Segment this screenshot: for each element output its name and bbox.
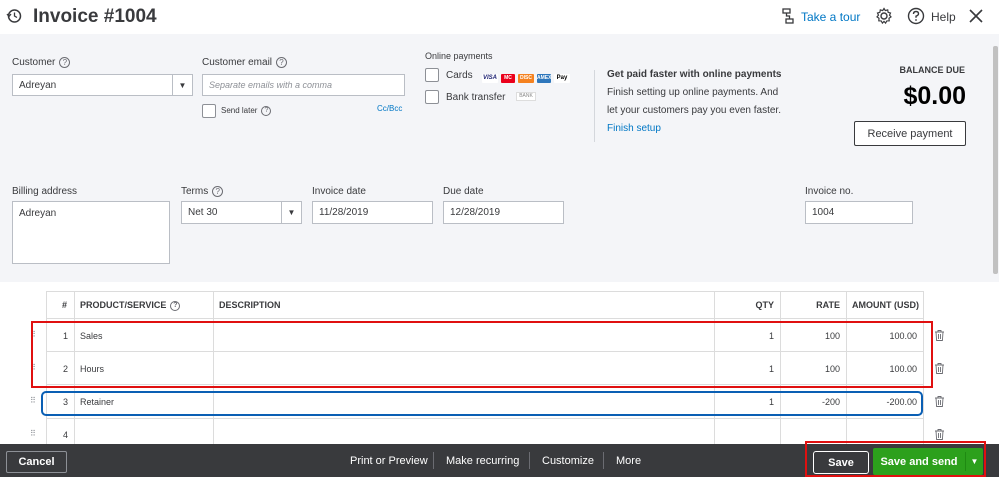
cards-checkbox[interactable] <box>425 68 439 82</box>
finish-setup-link[interactable]: Finish setup <box>607 123 661 134</box>
customer-label-text: Customer <box>12 57 56 69</box>
terms-help-icon[interactable]: ? <box>212 186 224 197</box>
terms-value: Net 30 <box>188 207 218 218</box>
terms-label-text: Terms <box>181 186 209 198</box>
drag-handle-icon[interactable]: ⠿ <box>30 429 36 438</box>
invoice-date-label: Invoice date <box>312 186 366 197</box>
footer-divider <box>529 452 530 469</box>
send-later-label: Send later? <box>221 106 272 116</box>
save-button[interactable]: Save <box>813 451 869 474</box>
apple-pay-logo-icon: Pay <box>554 74 570 83</box>
save-and-send-button[interactable]: Save and send <box>873 448 965 475</box>
balance-due-amount: $0.00 <box>903 82 966 110</box>
email-help-icon[interactable]: ? <box>276 57 288 68</box>
mastercard-logo-icon: MC <box>501 74 515 83</box>
footer-divider <box>603 452 604 469</box>
help-icon[interactable] <box>907 7 925 25</box>
grid-line <box>46 291 923 292</box>
balance-due-label: BALANCE DUE <box>899 65 965 75</box>
chevron-down-icon[interactable]: ▼ <box>172 75 192 95</box>
print-preview-link[interactable]: Print or Preview <box>350 444 428 477</box>
chevron-down-icon[interactable]: ▼ <box>966 448 983 475</box>
customize-link[interactable]: Customize <box>542 444 594 477</box>
footer-divider <box>433 452 434 469</box>
delete-row-icon[interactable] <box>935 429 944 440</box>
delete-row-icon[interactable] <box>935 330 944 341</box>
cc-bcc-link[interactable]: Cc/Bcc <box>377 104 402 113</box>
close-icon[interactable] <box>968 8 984 24</box>
invoice-header: Invoice #1004 Take a tour Help <box>0 0 999 34</box>
header-qty: QTY <box>755 300 774 310</box>
promo-line-2: let your customers pay you even faster. <box>607 105 781 116</box>
send-later-text: Send later <box>221 106 258 116</box>
invoice-form: Customer? Adreyan ▼ Customer email? Sepa… <box>0 34 999 282</box>
bank-transfer-checkbox[interactable] <box>425 90 439 104</box>
due-date-label: Due date <box>443 186 484 197</box>
header-amount: AMOUNT (USD) <box>852 300 919 310</box>
due-date-field[interactable]: 12/28/2019 <box>443 201 564 224</box>
customer-help-icon[interactable]: ? <box>59 57 71 68</box>
send-later-checkbox[interactable] <box>202 104 216 118</box>
make-recurring-link[interactable]: Make recurring <box>446 444 519 477</box>
take-a-tour-link[interactable]: Take a tour <box>801 10 860 24</box>
customer-email-label: Customer email? <box>202 57 288 69</box>
promo-title: Get paid faster with online payments <box>607 69 782 80</box>
line-items-table: # PRODUCT/SERVICE? DESCRIPTION QTY RATE … <box>0 282 999 444</box>
page-title: Invoice #1004 <box>33 6 157 27</box>
promo-line-1: Finish setting up online payments. And <box>607 87 779 98</box>
header-product-text: PRODUCT/SERVICE <box>80 300 167 310</box>
customer-value: Adreyan <box>19 79 57 91</box>
customer-email-label-text: Customer email <box>202 57 273 69</box>
receive-payment-button[interactable]: Receive payment <box>854 121 966 146</box>
header-rate: RATE <box>816 300 840 310</box>
header-product: PRODUCT/SERVICE? <box>80 300 181 311</box>
scrollbar-thumb[interactable] <box>993 46 998 274</box>
discover-logo-icon: DISC <box>518 74 534 83</box>
recent-transactions-icon[interactable] <box>6 8 22 24</box>
chevron-down-icon[interactable]: ▼ <box>281 202 301 223</box>
grid-line <box>46 318 923 319</box>
invoice-no-field[interactable]: 1004 <box>805 201 913 224</box>
header-description: DESCRIPTION <box>219 300 281 310</box>
delete-row-icon[interactable] <box>935 396 944 407</box>
online-payments-label: Online payments <box>425 51 493 61</box>
card-logos: VISA MC DISC AMEX Pay <box>482 70 573 83</box>
tour-icon[interactable] <box>781 8 797 24</box>
billing-address-field[interactable]: Adreyan <box>12 201 170 264</box>
rows-1-2-highlight <box>31 321 933 388</box>
terms-label: Terms? <box>181 186 224 198</box>
customer-email-field[interactable]: Separate emails with a comma <box>202 74 405 96</box>
product-help-icon[interactable]: ? <box>170 300 181 311</box>
header-num: # <box>62 300 68 310</box>
bank-logo-icon: BANK <box>516 92 536 101</box>
delete-row-icon[interactable] <box>935 363 944 374</box>
customer-label: Customer? <box>12 57 71 69</box>
cancel-button[interactable]: Cancel <box>6 451 67 473</box>
row-3-highlight <box>41 391 923 416</box>
invoice-date-field[interactable]: 11/28/2019 <box>312 201 433 224</box>
send-later-help-icon[interactable]: ? <box>261 106 272 116</box>
footer-bar: Cancel Print or Preview Make recurring C… <box>0 441 999 477</box>
cards-label: Cards <box>446 70 473 81</box>
billing-address-label: Billing address <box>12 186 78 197</box>
payments-divider <box>594 70 595 142</box>
settings-gear-icon[interactable] <box>875 7 893 25</box>
terms-select[interactable]: Net 30 ▼ <box>181 201 302 224</box>
save-and-send-group: Save and send ▼ <box>873 448 983 475</box>
help-label[interactable]: Help <box>931 10 956 24</box>
visa-logo-icon: VISA <box>482 74 498 83</box>
grid-line <box>46 418 923 419</box>
invoice-no-label: Invoice no. <box>805 186 854 197</box>
drag-handle-icon[interactable]: ⠿ <box>30 396 36 405</box>
more-link[interactable]: More <box>616 444 641 477</box>
row-num: 4 <box>62 430 68 440</box>
customer-select[interactable]: Adreyan ▼ <box>12 74 193 96</box>
bank-transfer-label: Bank transfer <box>446 92 506 103</box>
amex-logo-icon: AMEX <box>537 74 552 83</box>
